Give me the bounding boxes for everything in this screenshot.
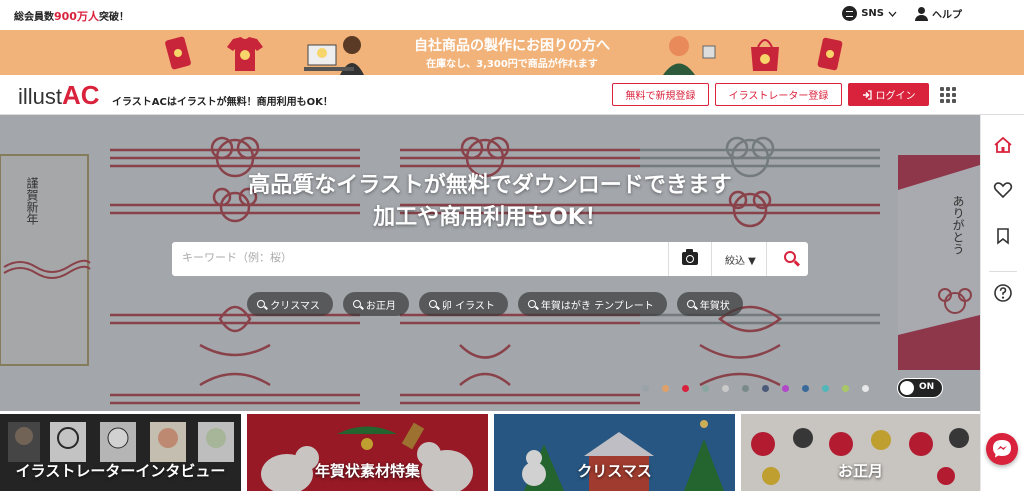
member-count-prefix: 総会員数 — [14, 12, 54, 23]
login-label: ログイン — [875, 91, 916, 102]
banner-subline: 在庫なし、3,300円で商品が作れます — [426, 59, 598, 70]
color-filter-dot[interactable] — [802, 385, 809, 392]
search-icon — [257, 300, 266, 308]
site-logo[interactable]: illustAC — [18, 80, 100, 111]
hero-section: 謹賀新年 ありがとう 高品質なイラストが無料でダウンロードできます 加工や商用利… — [0, 115, 980, 411]
login-arrow-icon — [862, 89, 872, 100]
bookmark-icon[interactable] — [996, 227, 1010, 245]
phone-case-illustration-2 — [817, 37, 843, 71]
search-icon[interactable] — [784, 251, 796, 263]
banner-headline: 自社商品の製作にお困りの方へ — [414, 38, 610, 54]
color-filter-dot[interactable] — [642, 385, 649, 392]
color-filter-dot[interactable] — [702, 385, 709, 392]
keyword-chip[interactable]: 年賀はがき テンプレート — [517, 292, 667, 316]
category-label: イラストレーターインタビュー — [15, 462, 226, 480]
color-filter-dot[interactable] — [722, 385, 729, 392]
apps-grid-icon[interactable] — [940, 87, 956, 103]
color-filter-dot[interactable] — [682, 385, 689, 392]
member-count-text: 総会員数900万人突破！ — [14, 8, 129, 24]
keyword-chip[interactable]: クリスマス — [247, 292, 333, 316]
keyword-chips: クリスマス お正月 卯 イラスト 年賀はがき テンプレート 年賀状 — [0, 292, 980, 316]
sns-label: SNS — [861, 8, 884, 19]
logo-accent: AC — [62, 80, 100, 110]
category-label: クリスマス — [577, 462, 652, 480]
color-filter-dot[interactable] — [862, 385, 869, 392]
top-bar: 総会員数900万人突破！ SNS ヘルプ — [0, 0, 1024, 30]
site-header: illustAC イラストACはイラストが無料！商用利用もOK！ 無料で新規登録… — [0, 75, 1024, 115]
register-illustrator-button[interactable]: イラストレーター登録 — [715, 83, 842, 106]
search-icon — [428, 300, 437, 308]
color-filter-dot[interactable] — [662, 385, 669, 392]
color-filter-dot[interactable] — [782, 385, 789, 392]
color-filter-dot[interactable] — [822, 385, 829, 392]
logo-text: illust — [18, 84, 63, 109]
toggle-label: ON — [919, 382, 935, 392]
site-tagline: イラストACはイラストが無料！商用利用もOK！ — [112, 97, 333, 108]
category-label: 年賀状素材特集 — [314, 462, 420, 480]
category-label: お正月 — [837, 462, 883, 480]
color-filter-dot[interactable] — [762, 385, 769, 392]
chip-label: 年賀はがき テンプレート — [540, 300, 654, 312]
hero-title-line2: 加工や商用利用もOK！ — [373, 205, 607, 230]
help-question-icon[interactable] — [993, 283, 1013, 303]
search-bar: 絞込 ▼ — [172, 242, 808, 276]
category-tile-newyear-card[interactable]: 年賀状素材特集 — [247, 414, 488, 491]
chevron-down-icon — [888, 11, 897, 17]
heart-icon[interactable] — [993, 181, 1013, 199]
category-tile-christmas[interactable]: クリスマス — [494, 414, 735, 491]
keyword-chip[interactable]: 卯 イラスト — [418, 292, 508, 316]
login-button[interactable]: ログイン — [848, 83, 929, 106]
search-icon — [352, 300, 361, 308]
home-icon[interactable] — [993, 136, 1013, 154]
chip-label: クリスマス — [270, 300, 320, 312]
color-filter-dot[interactable] — [742, 385, 749, 392]
slideshow-toggle[interactable]: ON — [897, 378, 943, 398]
chat-bubble-icon — [842, 6, 858, 21]
tote-bag-illustration — [751, 39, 779, 71]
search-input[interactable] — [182, 251, 662, 264]
help-label: ヘルプ — [932, 10, 962, 21]
category-tile-oshogatsu[interactable]: お正月 — [741, 414, 980, 491]
search-icon — [686, 300, 695, 308]
user-icon — [915, 6, 928, 21]
promo-banner[interactable]: 自社商品の製作にお困りの方へ 在庫なし、3,300円で商品が作れます — [0, 30, 1024, 75]
chip-label: 卯 イラスト — [441, 300, 495, 312]
camera-icon[interactable] — [682, 249, 698, 265]
color-filter-dots — [642, 385, 869, 392]
member-count-number: 900万人 — [54, 10, 99, 23]
search-icon — [527, 300, 536, 308]
category-tile-interview[interactable]: イラストレーターインタビュー — [0, 414, 241, 491]
color-filter-dot[interactable] — [842, 385, 849, 392]
messenger-chat-button[interactable] — [986, 433, 1018, 465]
member-count-suffix: 突破！ — [98, 12, 129, 23]
keyword-chip[interactable]: 年賀状 — [676, 292, 743, 316]
chip-label: お正月 — [365, 300, 396, 312]
toggle-knob — [900, 381, 914, 395]
messenger-icon — [993, 440, 1011, 458]
person-with-mug-illustration — [663, 36, 716, 75]
filter-dropdown[interactable]: 絞込 ▼ — [725, 252, 756, 267]
hero-title-line1: 高品質なイラストが無料でダウンロードできます — [248, 173, 732, 198]
register-free-button[interactable]: 無料で新規登録 — [612, 83, 709, 106]
keyword-chip[interactable]: お正月 — [342, 292, 409, 316]
chip-label: 年賀状 — [699, 300, 730, 312]
help-link[interactable]: ヘルプ — [915, 6, 962, 21]
sns-menu[interactable]: SNS — [842, 6, 897, 21]
